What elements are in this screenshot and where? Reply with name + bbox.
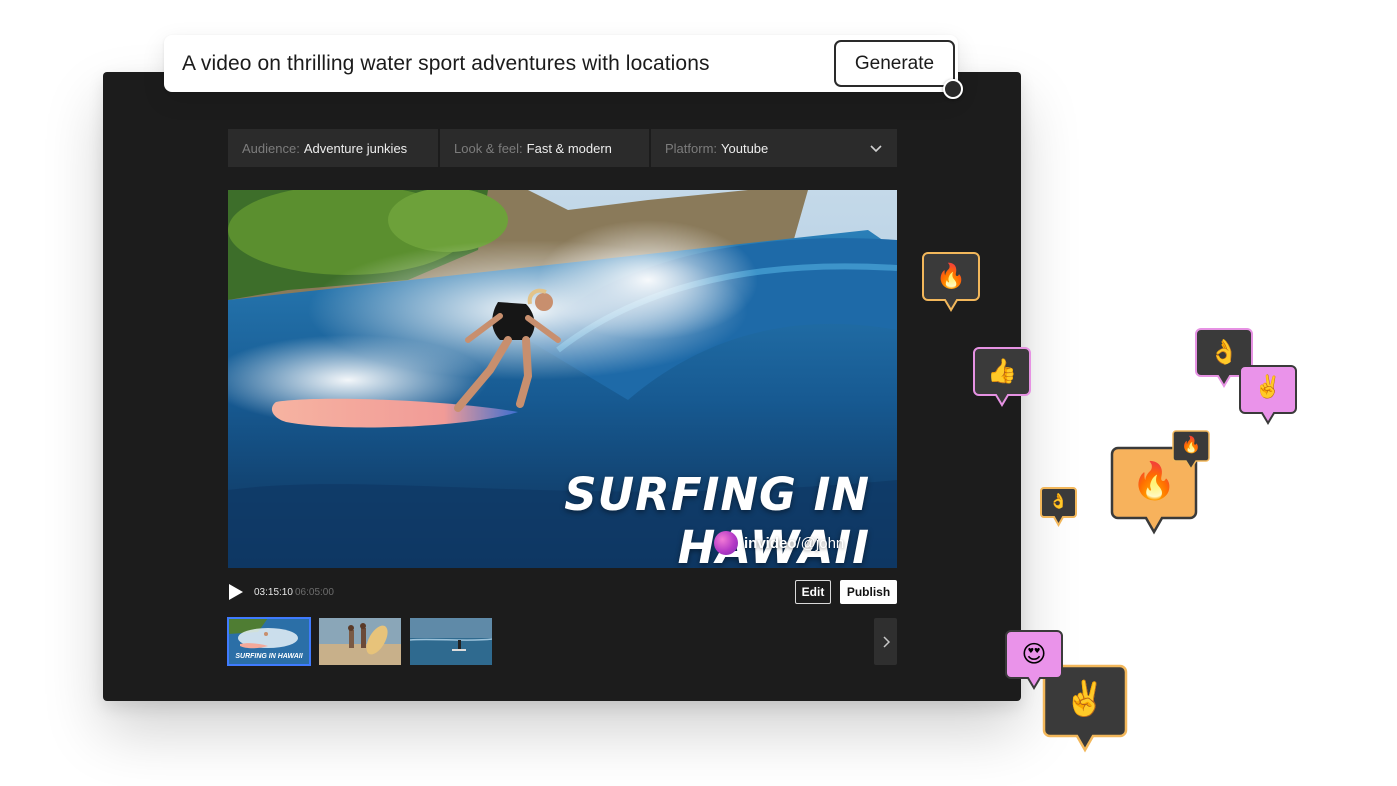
ok-hand-emoji-icon: 👌 — [1209, 338, 1239, 366]
thumbnail-label: SURFING IN HAWAII — [235, 653, 303, 660]
setting-key: Look & feel: — [454, 140, 523, 156]
edit-button[interactable]: Edit — [795, 580, 831, 604]
thumbnail-image — [319, 618, 401, 665]
reaction-bubble: ✌️ — [1239, 365, 1297, 425]
setting-value: Fast & modern — [526, 140, 612, 156]
reaction-bubble: 🔥 — [922, 252, 980, 312]
player-controls: 03:15:10 06:05:00 Edit Publish — [228, 580, 897, 604]
scene-thumbnails: SURFING IN HAWAII — [227, 617, 897, 666]
setting-platform[interactable]: Platform: Youtube — [651, 129, 897, 167]
setting-key: Audience: — [242, 140, 300, 156]
cursor-icon — [943, 79, 963, 99]
total-time: 06:05:00 — [295, 587, 334, 598]
play-icon[interactable] — [228, 583, 244, 601]
current-time: 03:15:10 — [254, 587, 293, 598]
thumbnail-scene-2[interactable] — [319, 618, 401, 665]
setting-look-and-feel[interactable]: Look & feel: Fast & modern — [440, 129, 649, 167]
video-preview[interactable]: SURFING IN HAWAII invideo/@john — [228, 190, 897, 568]
fire-emoji-icon: 🔥 — [1181, 435, 1201, 454]
setting-key: Platform: — [665, 140, 718, 156]
victory-hand-emoji-icon: ✌️ — [1254, 375, 1282, 400]
prompt-bar[interactable]: A video on thrilling water sport adventu… — [164, 35, 958, 92]
thumbnails-next-button[interactable] — [874, 618, 897, 665]
setting-value: Adventure junkies — [303, 140, 408, 156]
thumbnail-scene-1[interactable]: SURFING IN HAWAII — [227, 617, 311, 666]
generate-button[interactable]: Generate — [834, 40, 955, 87]
stage: A video on thrilling water sport adventu… — [0, 0, 1397, 786]
brand-name: invideo — [744, 534, 797, 552]
heart-eyes-emoji-icon: 😍 — [1021, 640, 1047, 668]
thumbnail-scene-3[interactable] — [410, 618, 492, 665]
publish-button[interactable]: Publish — [840, 580, 897, 604]
setting-value: Youtube — [721, 140, 769, 156]
chevron-right-icon — [882, 635, 890, 648]
reaction-bubble: 😍 — [1005, 630, 1063, 690]
reaction-bubble: 🔥 — [1172, 430, 1210, 471]
prompt-input[interactable]: A video on thrilling water sport adventu… — [182, 52, 710, 76]
ok-hand-emoji-icon: 👌 — [1049, 492, 1068, 510]
invideo-logo-icon — [714, 531, 738, 555]
reaction-bubble: 👌 — [1040, 487, 1077, 528]
video-settings: Audience: Adventure junkies Look & feel:… — [228, 129, 897, 167]
brand-handle: /@john — [796, 534, 845, 552]
fire-emoji-icon: 🔥 — [936, 262, 966, 290]
thumbs-up-emoji-icon: 👍 — [987, 357, 1017, 385]
brand-watermark: invideo/@john — [714, 531, 844, 555]
chevron-down-icon[interactable] — [869, 141, 883, 155]
setting-audience[interactable]: Audience: Adventure junkies — [228, 129, 438, 167]
thumbnail-image — [410, 618, 492, 665]
reaction-bubble: 👍 — [973, 347, 1031, 407]
